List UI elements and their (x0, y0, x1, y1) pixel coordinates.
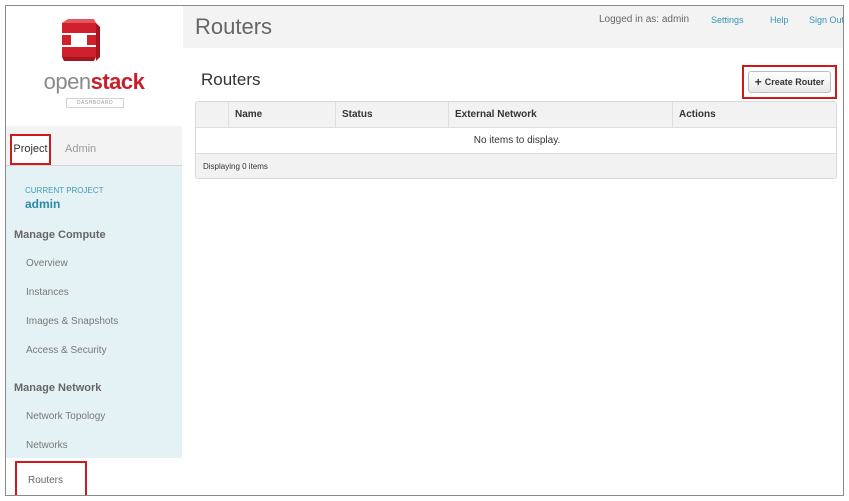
app-window: openstack DASHBOARD Project Admin CURREN… (5, 5, 844, 496)
dashboard-label: DASHBOARD (66, 98, 124, 108)
nav-heading-compute[interactable]: Manage Compute (14, 229, 106, 241)
create-router-highlight: + Create Router (742, 65, 837, 99)
create-router-label: Create Router (764, 77, 825, 87)
nav-heading-network[interactable]: Manage Network (14, 382, 101, 394)
sidebar-item-images-snapshots[interactable]: Images & Snapshots (26, 316, 118, 327)
plus-icon: + (754, 75, 762, 89)
current-project-name[interactable]: admin (25, 197, 60, 211)
top-bar: Routers Logged in as: admin Settings Hel… (183, 6, 843, 48)
current-project-label: CURRENT PROJECT (25, 186, 104, 195)
logo[interactable]: openstack DASHBOARD (6, 6, 182, 126)
sidebar-item-access-security[interactable]: Access & Security (26, 345, 107, 356)
brand-name: openstack (43, 69, 145, 94)
table-footer: Displaying 0 items (196, 154, 836, 178)
page-title: Routers (195, 14, 273, 39)
sidebar-item-instances[interactable]: Instances (26, 287, 69, 298)
tab-project[interactable]: Project (10, 134, 51, 165)
logged-in-user: Logged in as: admin (599, 14, 690, 25)
column-name[interactable]: Name (228, 102, 335, 128)
nav-panel: CURRENT PROJECT admin Manage Compute Ove… (6, 166, 182, 495)
column-external-network[interactable]: External Network (448, 102, 672, 128)
sidebar-item-routers[interactable]: Routers (15, 461, 87, 495)
settings-link[interactable]: Settings (711, 15, 744, 25)
tab-admin[interactable]: Admin (65, 143, 96, 155)
sidebar-item-networks[interactable]: Networks (26, 440, 68, 451)
sidebar-item-routers-label: Routers (28, 475, 64, 486)
sidebar-tabs: Project Admin (6, 126, 182, 166)
sidebar: openstack DASHBOARD Project Admin CURREN… (6, 6, 182, 495)
routers-table: Name Status External Network Actions No … (195, 101, 837, 179)
create-router-button[interactable]: + Create Router (748, 71, 831, 93)
column-status[interactable]: Status (335, 102, 448, 128)
table-header: Name Status External Network Actions (196, 102, 836, 128)
sidebar-item-network-topology[interactable]: Network Topology (26, 411, 105, 422)
sign-out-link[interactable]: Sign Out (809, 15, 843, 25)
sidebar-item-routers-row: Routers (6, 458, 182, 495)
empty-message: No items to display. (196, 128, 836, 154)
sidebar-item-overview[interactable]: Overview (26, 258, 68, 269)
help-link[interactable]: Help (770, 15, 789, 25)
column-select[interactable] (196, 102, 228, 128)
column-actions: Actions (672, 102, 836, 128)
section-title: Routers (201, 70, 261, 89)
openstack-logo-icon (62, 19, 100, 61)
